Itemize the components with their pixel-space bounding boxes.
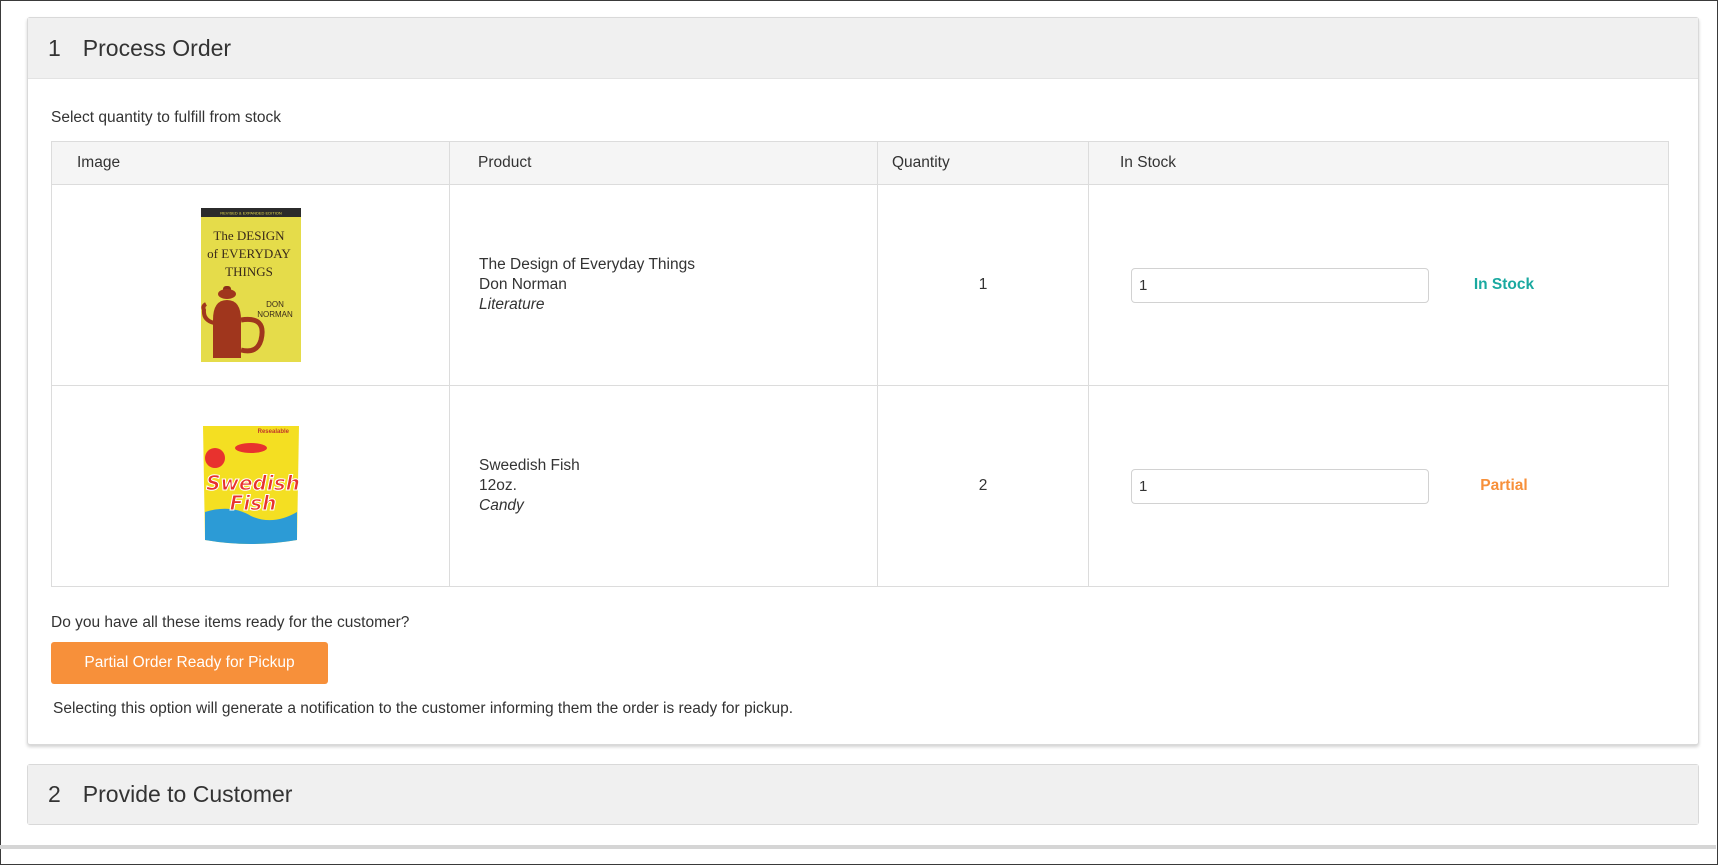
fulfill-quantity-input[interactable]: [1131, 267, 1429, 303]
column-header-quantity: Quantity: [877, 141, 1089, 185]
in-stock-cell: In Stock: [1088, 184, 1669, 386]
cover-edition: REVISED & EXPANDED EDITION: [220, 211, 282, 216]
step-provide-customer-header[interactable]: 2 Provide to Customer: [28, 765, 1698, 824]
instruction-text: Select quantity to fulfill from stock: [51, 109, 282, 126]
candy-bag-image: Resealable Swedish Fish: [202, 426, 300, 544]
product-info-cell: Sweedish Fish 12oz. Candy: [449, 385, 878, 587]
product-name: Sweedish Fish: [479, 457, 580, 474]
cover-author-1: DON: [266, 300, 284, 309]
product-image-cell: Resealable Swedish Fish: [51, 385, 450, 587]
bag-brand-2: Fish: [229, 491, 276, 515]
product-detail: 12oz.: [479, 477, 517, 494]
step-number: 2: [48, 781, 61, 807]
column-header-image: Image: [51, 141, 450, 185]
column-header-in-stock: In Stock: [1088, 141, 1669, 185]
order-items-table: Image Product Quantity In Stock REVISED …: [51, 141, 1669, 587]
bag-resealable: Resealable: [257, 429, 289, 435]
stock-status-badge: In Stock: [1473, 276, 1535, 293]
in-stock-cell: Partial: [1088, 385, 1669, 587]
notification-note: Selecting this option will generate a no…: [53, 700, 794, 717]
cover-author-2: NORMAN: [257, 310, 293, 319]
bottom-divider: [0, 845, 1716, 849]
quantity-cell: 1: [877, 184, 1089, 386]
step-title: Provide to Customer: [82, 781, 293, 807]
cover-title-2: of EVERYDAY: [207, 246, 291, 261]
step-process-order-body: Select quantity to fulfill from stock Im…: [28, 79, 1698, 718]
step-title: Process Order: [82, 34, 232, 61]
product-category: Candy: [479, 497, 524, 514]
product-image-cell: REVISED & EXPANDED EDITION The DESIGN of…: [51, 184, 450, 386]
step-provide-customer-panel[interactable]: 2 Provide to Customer: [27, 764, 1699, 825]
cover-title-3: THINGS: [225, 264, 273, 279]
step-number: 1: [48, 34, 61, 61]
stock-status-badge: Partial: [1480, 477, 1528, 494]
step-process-order-header[interactable]: 1 Process Order: [28, 18, 1698, 79]
cover-title-1: The DESIGN: [213, 228, 285, 243]
partial-order-ready-button[interactable]: Partial Order Ready for Pickup: [51, 642, 328, 684]
column-header-product: Product: [449, 141, 878, 185]
table-header-row: Image Product Quantity In Stock: [51, 141, 1669, 185]
ready-question: Do you have all these items ready for th…: [51, 614, 410, 631]
step-process-order-panel: 1 Process Order Select quantity to fulfi…: [27, 17, 1699, 745]
table-row: Resealable Swedish Fish Sweedish Fish 12…: [51, 385, 1669, 587]
table-row: REVISED & EXPANDED EDITION The DESIGN of…: [51, 184, 1669, 386]
book-cover-image: REVISED & EXPANDED EDITION The DESIGN of…: [200, 208, 301, 362]
product-detail: Don Norman: [479, 276, 567, 293]
fulfill-quantity-input[interactable]: [1131, 468, 1429, 504]
product-info-cell: The Design of Everyday Things Don Norman…: [449, 184, 878, 386]
quantity-cell: 2: [877, 385, 1089, 587]
product-name: The Design of Everyday Things: [479, 256, 695, 273]
product-category: Literature: [479, 296, 545, 313]
